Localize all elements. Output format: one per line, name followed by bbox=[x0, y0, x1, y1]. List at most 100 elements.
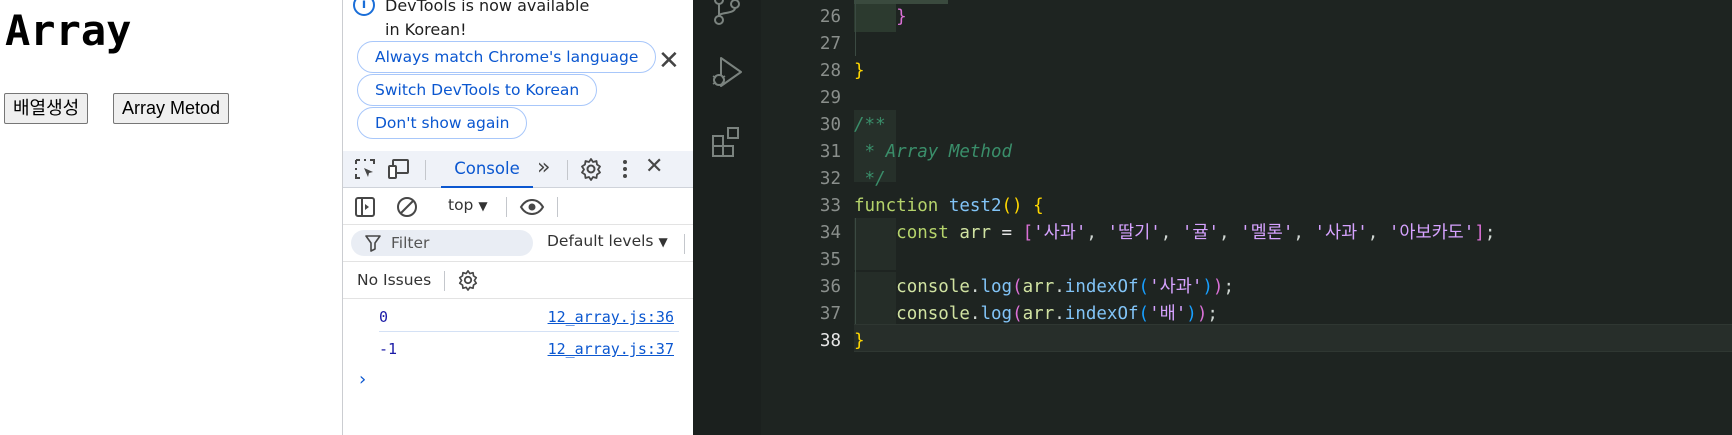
line-number: 30 bbox=[819, 115, 841, 135]
code-token: log bbox=[980, 304, 1013, 324]
code-token: } bbox=[854, 331, 865, 351]
line-number: 38 bbox=[819, 331, 841, 351]
line-number-gutter: 26 27 28 29 30 31 32 33 34 35 36 37 38 bbox=[761, 0, 841, 435]
log-levels-value: Default levels bbox=[547, 232, 654, 250]
language-infobar: i DevTools is now available in Korean! A… bbox=[343, 0, 693, 147]
eye-icon[interactable] bbox=[519, 195, 545, 224]
code-token: /** bbox=[854, 115, 886, 135]
code-token: ] bbox=[1474, 223, 1485, 243]
toolbar-divider bbox=[567, 160, 568, 180]
close-icon[interactable]: ✕ bbox=[645, 155, 663, 179]
kebab-menu-icon[interactable] bbox=[613, 157, 637, 186]
code-token: ) bbox=[1186, 304, 1197, 324]
code-token: ; bbox=[1484, 223, 1496, 243]
code-token: */ bbox=[854, 169, 886, 189]
source-control-icon[interactable] bbox=[709, 0, 745, 28]
code-token: . bbox=[969, 304, 981, 324]
code-editor: 26 27 28 29 30 31 32 33 34 35 36 37 38 }} /** * Array… bbox=[693, 0, 1732, 435]
line-number: 36 bbox=[819, 277, 841, 297]
code-token: , bbox=[1367, 223, 1389, 243]
code-line: console.log(arr.indexOf('사과')); bbox=[854, 274, 1234, 300]
settings-icon[interactable] bbox=[579, 157, 603, 186]
code-token: . bbox=[1054, 277, 1065, 297]
more-tabs-icon[interactable]: » bbox=[537, 156, 550, 180]
toolbar-divider bbox=[684, 234, 685, 254]
extensions-icon[interactable] bbox=[709, 124, 745, 160]
log-source-link[interactable]: 12_array.js:36 bbox=[548, 308, 674, 326]
infobar-message: DevTools is now available in Korean! bbox=[385, 0, 590, 39]
array-method-button[interactable]: Array Metod bbox=[113, 93, 230, 124]
code-token: [ bbox=[1022, 223, 1034, 243]
always-match-language-button[interactable]: Always match Chrome's language bbox=[357, 41, 657, 73]
console-log-row: -1 12_array.js:37 bbox=[379, 333, 679, 364]
toolbar-divider bbox=[444, 271, 445, 291]
inspect-icon[interactable] bbox=[353, 157, 377, 186]
page-heading: Array bbox=[5, 6, 132, 55]
code-area[interactable]: }} /** * Array Method */ function test2() … bbox=[854, 0, 1732, 435]
run-debug-icon[interactable] bbox=[709, 54, 745, 90]
dont-show-again-button[interactable]: Don't show again bbox=[357, 107, 528, 139]
code-token: ( bbox=[1138, 304, 1150, 324]
code-line: * Array Method bbox=[854, 139, 1013, 165]
close-icon[interactable]: ✕ bbox=[658, 48, 680, 74]
code-token: test2 bbox=[948, 196, 1002, 216]
code-token: '귤' bbox=[1181, 223, 1220, 243]
code-token: } bbox=[854, 61, 865, 81]
chevron-down-icon: ▼ bbox=[658, 235, 668, 249]
code-token: * Array Method bbox=[854, 142, 1013, 162]
web-page: Array 배열생성 Array Metod bbox=[0, 0, 342, 435]
code-line: /** bbox=[854, 112, 886, 138]
code-token: indexOf bbox=[1064, 277, 1139, 297]
code-token: ; bbox=[1223, 277, 1235, 297]
console-prompt[interactable]: › bbox=[359, 369, 366, 390]
settings-icon[interactable] bbox=[457, 269, 479, 296]
code-line: function test2() { bbox=[854, 193, 1044, 219]
line-number: 28 bbox=[819, 61, 841, 81]
code-token: '사과' bbox=[1149, 277, 1203, 297]
code-line: } bbox=[854, 328, 865, 354]
current-line-highlight bbox=[854, 324, 1732, 352]
info-icon: i bbox=[353, 0, 375, 16]
code-token: console bbox=[896, 277, 970, 297]
log-value: -1 bbox=[379, 340, 398, 358]
tab-console[interactable]: Console bbox=[441, 151, 533, 188]
code-token: , bbox=[1160, 223, 1182, 243]
line-number: 26 bbox=[819, 7, 841, 27]
console-toolbar: top ▼ bbox=[343, 189, 693, 225]
line-number: 27 bbox=[819, 34, 841, 54]
code-token: () bbox=[1001, 196, 1023, 216]
log-source-link[interactable]: 12_array.js:37 bbox=[548, 340, 674, 358]
context-select[interactable]: top ▼ bbox=[448, 196, 488, 214]
line-number: 29 bbox=[819, 88, 841, 108]
switch-to-korean-button[interactable]: Switch DevTools to Korean bbox=[357, 74, 598, 106]
code-token: , bbox=[1219, 223, 1241, 243]
code-token: log bbox=[980, 277, 1013, 297]
code-line: const arr = ['사과', '딸기', '귤', '멜론', '사과'… bbox=[854, 220, 1495, 246]
log-levels-select[interactable]: Default levels ▼ bbox=[547, 232, 668, 250]
clear-console-icon[interactable] bbox=[395, 195, 419, 224]
create-array-button[interactable]: 배열생성 bbox=[4, 93, 89, 124]
filter-input[interactable]: Filter bbox=[351, 230, 533, 256]
issues-count[interactable]: No Issues bbox=[357, 271, 431, 289]
sidebar-icon[interactable] bbox=[353, 195, 377, 224]
code-token: ( bbox=[1012, 304, 1023, 324]
toolbar-divider bbox=[557, 197, 558, 217]
line-number: 32 bbox=[819, 169, 841, 189]
code-token: ) bbox=[1202, 277, 1213, 297]
chevron-down-icon: ▼ bbox=[478, 199, 488, 213]
code-line: } bbox=[854, 58, 865, 84]
code-token: . bbox=[1054, 304, 1065, 324]
line-number: 33 bbox=[819, 196, 841, 216]
code-token: console bbox=[896, 304, 970, 324]
code-token: indexOf bbox=[1064, 304, 1139, 324]
line-number: 34 bbox=[819, 223, 841, 243]
line-number: 37 bbox=[819, 304, 841, 324]
device-toolbar-icon[interactable] bbox=[387, 157, 411, 186]
code-token: ) bbox=[1196, 304, 1208, 324]
log-value: 0 bbox=[379, 308, 389, 326]
code-token: const bbox=[896, 223, 960, 243]
code-token: ( bbox=[1138, 277, 1150, 297]
code-token: '딸기' bbox=[1107, 223, 1161, 243]
